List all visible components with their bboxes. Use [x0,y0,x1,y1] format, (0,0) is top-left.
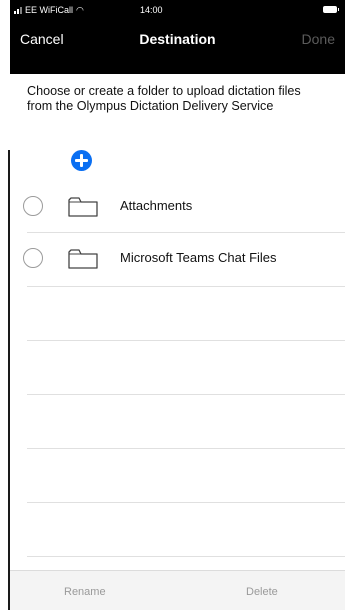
bottom-toolbar: Rename Delete [10,570,345,610]
empty-row-separator [27,340,345,341]
empty-row-separator [27,394,345,395]
folder-label: Microsoft Teams Chat Files [120,250,277,265]
wifi-icon: ◠ [76,4,84,15]
folder-row-microsoft-teams-chat-files[interactable]: Microsoft Teams Chat Files [10,234,345,286]
folder-icon [68,197,98,217]
add-folder-button[interactable] [71,150,92,171]
status-bar: EE WiFiCall ◠ 14:00 [10,0,345,20]
description-text: Choose or create a folder to upload dict… [27,84,301,113]
delete-button[interactable]: Delete [246,586,278,598]
carrier-label: EE WiFiCall [25,5,74,15]
folder-row-attachments[interactable]: Attachments [10,182,345,234]
radio-button[interactable] [23,248,43,268]
status-time: 14:00 [140,5,163,15]
rename-button[interactable]: Rename [64,586,106,598]
empty-row-separator [27,502,345,503]
folder-label: Attachments [120,198,193,213]
row-separator [27,286,345,287]
navigation-bar [10,20,345,74]
signal-icon [14,6,22,14]
battery-icon [323,6,339,13]
phone-screen: EE WiFiCall ◠ 14:00 Cancel Destination D… [10,0,345,610]
page-title: Destination [139,31,216,47]
row-separator [27,232,345,233]
radio-button[interactable] [23,196,43,216]
empty-row-separator [27,448,345,449]
empty-row-separator [27,556,345,557]
done-button[interactable]: Done [302,31,335,47]
folder-icon [68,249,98,269]
status-left: EE WiFiCall ◠ [14,5,84,15]
